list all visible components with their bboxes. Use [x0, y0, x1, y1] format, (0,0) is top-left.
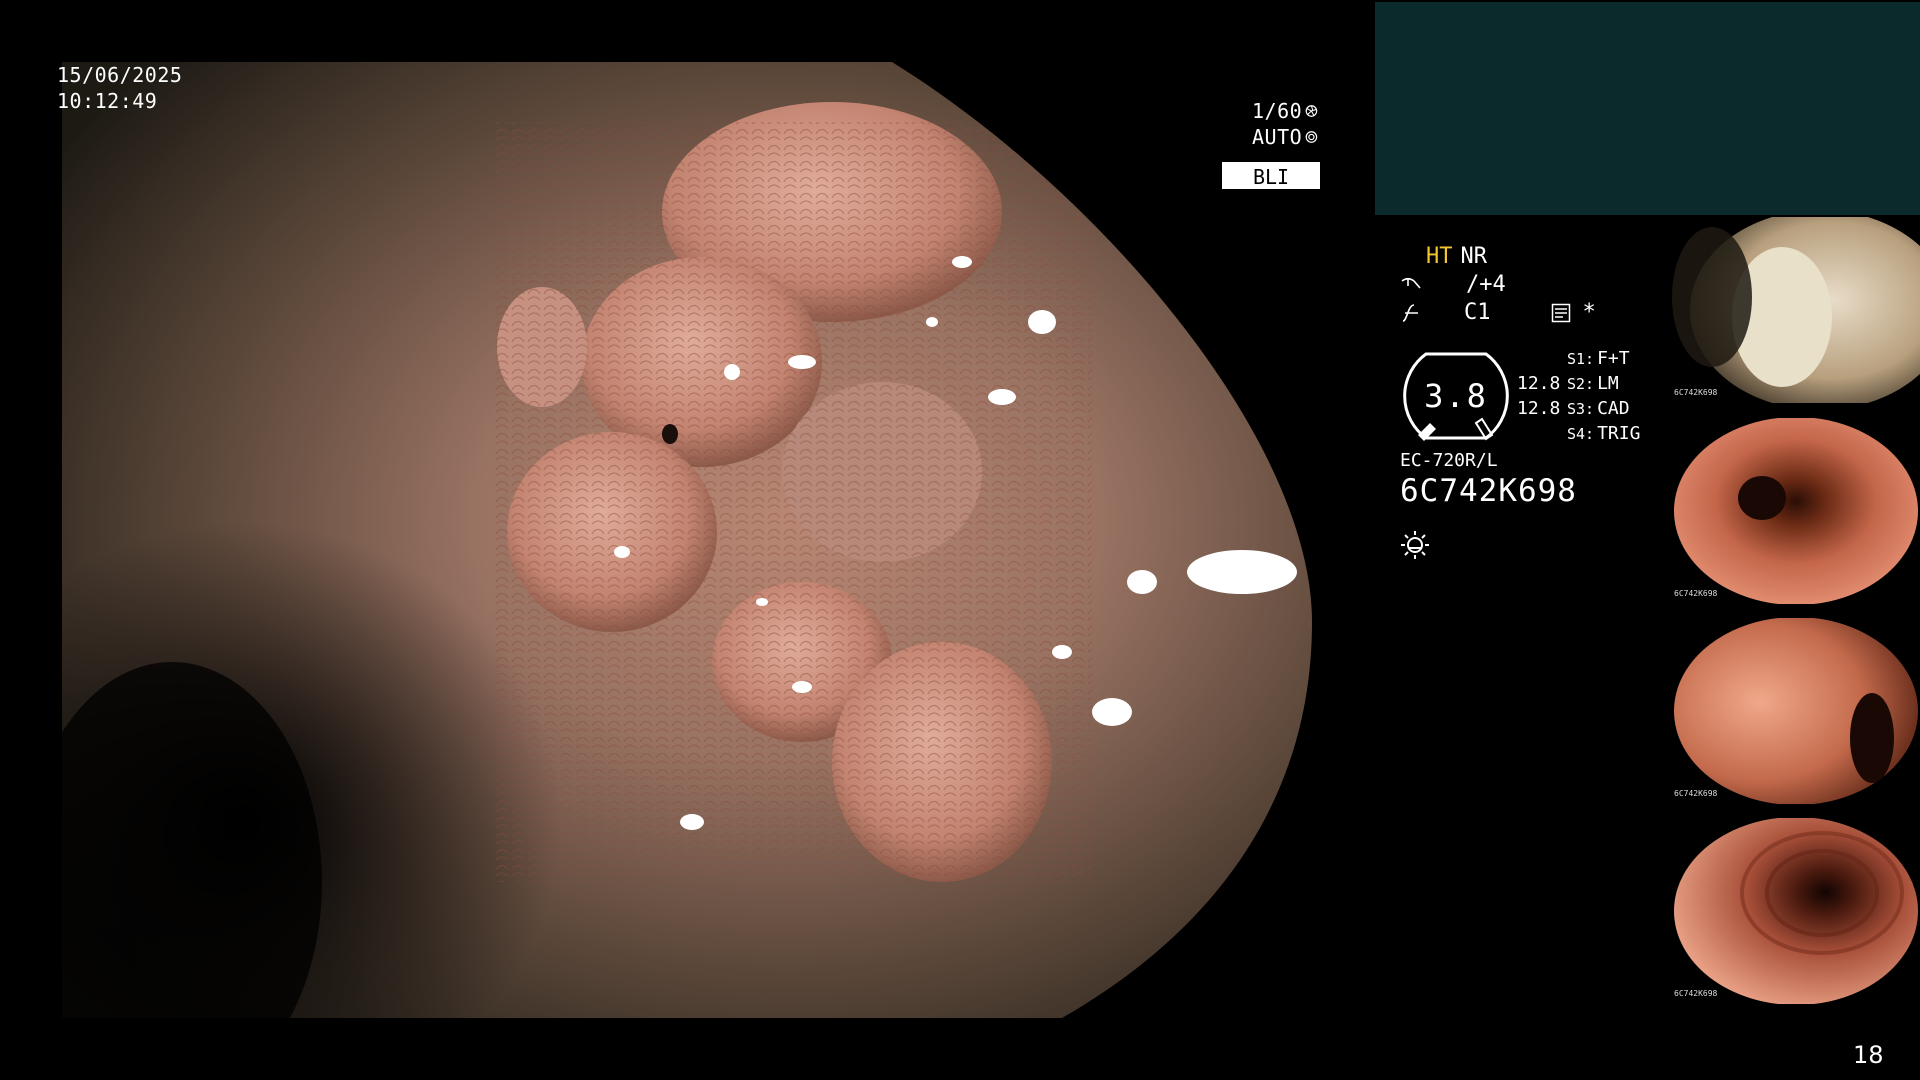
switch-row-4: S4: TRIG — [1567, 423, 1640, 444]
ht-flag: HT — [1426, 244, 1453, 269]
switch-label: S1: — [1567, 349, 1595, 368]
switch-value: F+T — [1597, 348, 1630, 369]
datetime-display: 15/06/2025 10:12:49 — [57, 62, 182, 114]
thumbnail-3[interactable]: 6C742K698 — [1672, 618, 1920, 804]
info-panel — [1375, 2, 1920, 215]
thumbnail-4[interactable]: 6C742K698 — [1672, 818, 1920, 1004]
switch-value: LM — [1597, 373, 1619, 394]
switch-label: S3: — [1567, 399, 1595, 418]
date-text: 15/06/2025 — [57, 63, 183, 87]
nr-flag: NR — [1460, 244, 1488, 269]
auto-iris-icon — [1305, 131, 1318, 143]
scope-serial: 6C742K698 — [1400, 473, 1577, 509]
iris-meter: 3.8 — [1400, 351, 1512, 441]
enhance-value: /+4 — [1466, 272, 1506, 297]
thumbnail-image — [1672, 217, 1920, 403]
auto-mode-text: AUTO — [1252, 125, 1303, 149]
shutter-icon — [1305, 105, 1318, 117]
switch-row-1: S1: F+T — [1567, 348, 1630, 369]
thumbnail-image — [1672, 418, 1920, 604]
star-flag: * — [1582, 300, 1596, 325]
switch-label: S4: — [1567, 424, 1595, 443]
time-text: 10:12:49 — [57, 89, 158, 113]
status-panel: HT NR /+4 C1 * 3.8 12.8 12.8 S1: F+T S2:… — [1400, 240, 1660, 560]
thumbnail-caption: 6C742K698 — [1674, 388, 1718, 397]
enhance-icon — [1401, 277, 1421, 289]
page-number: 18 — [1853, 1041, 1884, 1069]
enhance-row: /+4 — [1400, 272, 1506, 297]
switch-row-3: S3: CAD — [1567, 398, 1630, 419]
main-endoscopic-view — [62, 62, 1312, 1018]
exposure-readout: 1/60 AUTO — [1252, 98, 1318, 150]
color-row: C1 * — [1400, 300, 1596, 325]
switch-value: CAD — [1597, 398, 1630, 419]
color-mode-icon — [1402, 303, 1418, 322]
thumbnail-image — [1672, 618, 1920, 804]
scope-model: EC-720R/L — [1400, 450, 1498, 471]
switch-value: TRIG — [1597, 423, 1641, 444]
thumbnail-2[interactable]: 6C742K698 — [1672, 418, 1920, 604]
iris-value: 3.8 — [1424, 377, 1488, 415]
thumbnail-caption: 6C742K698 — [1674, 789, 1718, 798]
shutter-line: 1/60 — [1252, 98, 1318, 124]
thumbnail-caption: 6C742K698 — [1674, 989, 1718, 998]
auto-line: AUTO — [1252, 124, 1318, 150]
readout-2: 12.8 — [1517, 398, 1561, 419]
color-value: C1 — [1464, 300, 1491, 325]
imaging-mode-badge: BLI — [1222, 162, 1320, 189]
readout-1: 12.8 — [1517, 373, 1561, 394]
brightness-icon — [1401, 531, 1429, 559]
memo-icon — [1551, 303, 1570, 322]
thumbnail-image — [1672, 818, 1920, 1004]
shutter-speed-text: 1/60 — [1252, 99, 1303, 123]
processing-flags: HT NR — [1426, 244, 1487, 269]
thumbnail-1[interactable]: 6C742K698 — [1672, 217, 1920, 403]
endoscopic-image — [62, 62, 1312, 1018]
switch-label: S2: — [1567, 374, 1595, 393]
thumbnail-caption: 6C742K698 — [1674, 589, 1718, 598]
endoscopy-monitor: 15/06/2025 10:12:49 1/60 AUTO BLI HT NR — [0, 0, 1920, 1080]
switch-row-2: S2: LM — [1567, 373, 1619, 394]
